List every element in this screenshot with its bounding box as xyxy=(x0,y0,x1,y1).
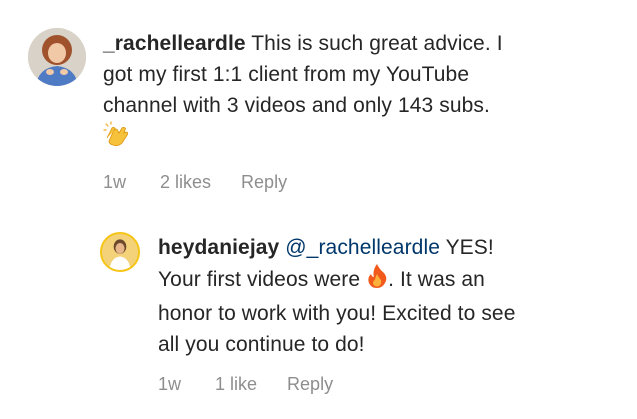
reply-body: heydaniejay @_rachelleardle YES! Your fi… xyxy=(158,232,615,395)
comment-body: _rachelleardle This is such great advice… xyxy=(103,28,618,193)
reply-text: heydaniejay @_rachelleardle YES! Your fi… xyxy=(158,232,615,360)
mention-link[interactable]: @_rachelleardle xyxy=(285,236,440,259)
reply-button[interactable]: Reply xyxy=(241,172,287,193)
comment-text-line-2: got my first 1:1 client from my YouTube xyxy=(103,63,470,86)
comment-text-line-3: channel with 3 videos and only 143 subs. xyxy=(103,94,490,117)
comment-text: _rachelleardle This is such great advice… xyxy=(103,28,618,158)
likes-count[interactable]: 2 likes xyxy=(160,172,211,193)
reply-text-part-4: honor to work with you! Excited to see xyxy=(158,302,516,325)
comments-view: { "comments": [ { "username": "_rachelle… xyxy=(0,0,637,419)
user-avatar-icon xyxy=(102,234,138,270)
user-avatar-icon xyxy=(28,28,86,86)
avatar-rachelleardle[interactable] xyxy=(28,28,86,86)
username[interactable]: _rachelleardle xyxy=(103,32,246,55)
comment-meta: 1w 2 likes Reply xyxy=(103,172,618,193)
reply-button[interactable]: Reply xyxy=(287,374,333,395)
reply-text-part-1: YES! xyxy=(445,236,494,259)
comment-text-line-1: This is such great advice. I xyxy=(251,32,503,55)
reply-text-part-2: Your first videos were xyxy=(158,268,361,292)
comment-rachelleardle: _rachelleardle This is such great advice… xyxy=(28,28,618,193)
reply-text-part-3: . It was an xyxy=(388,268,485,292)
likes-count[interactable]: 1 like xyxy=(215,374,257,395)
comment-time: 1w xyxy=(103,172,127,192)
clapping-hands-icon xyxy=(103,121,131,158)
reply-time: 1w xyxy=(158,374,182,394)
reply-heydaniejay: heydaniejay @_rachelleardle YES! Your fi… xyxy=(100,232,615,395)
reply-meta: 1w 1 like Reply xyxy=(158,374,615,395)
fire-icon xyxy=(366,263,388,298)
reply-text-part-5: all you continue to do! xyxy=(158,333,365,356)
username[interactable]: heydaniejay xyxy=(158,236,279,259)
avatar-heydaniejay[interactable] xyxy=(100,232,140,272)
